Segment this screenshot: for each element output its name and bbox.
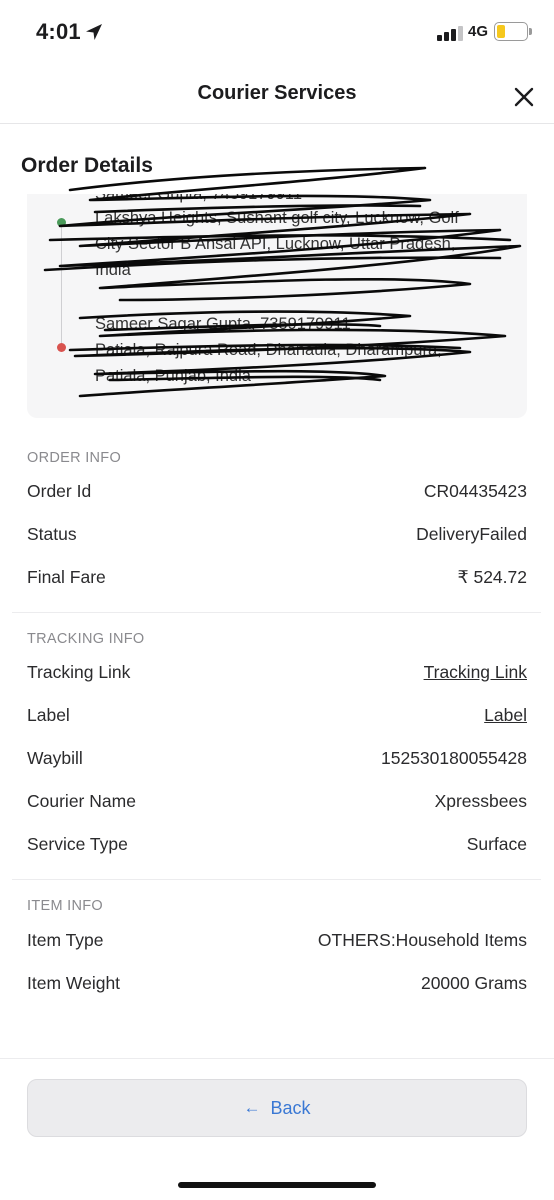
pickup-address-line-1: Lakshya Heights, Sushant golf city, Luck… [95, 209, 459, 227]
page-title: Courier Services [197, 82, 357, 104]
location-arrow-icon [86, 24, 102, 40]
back-button-label: Back [270, 1097, 311, 1118]
courier-services-screen: 4:01 4G Courier Services Order Details S… [0, 0, 554, 1200]
label-row: Label Label [27, 701, 527, 731]
home-indicator[interactable] [178, 1182, 376, 1188]
label-link[interactable]: Label [484, 705, 527, 726]
order-info-label: ORDER INFO [27, 450, 122, 466]
drop-dot [57, 343, 66, 352]
tracking-link-key: Tracking Link [27, 662, 131, 682]
battery-cap [529, 28, 532, 35]
footer-divider [0, 1058, 554, 1059]
drop-address-line-2: Patiala, Punjab, India [95, 367, 251, 385]
item-weight-row: Item Weight 20000 Grams [27, 969, 527, 999]
status-value: DeliveryFailed [416, 524, 527, 544]
waybill-value: 152530180055428 [381, 748, 527, 768]
order-id-key: Order Id [27, 481, 92, 501]
nav-header: Courier Services [0, 66, 554, 124]
final-fare-value: ₹ 524.72 [457, 567, 527, 587]
pickup-address-line-2: City Sector B Ansal API, Lucknow, Uttar … [95, 235, 456, 253]
drop-address-line-1: Patiala, Rajpura Road, Dhanaula, Dharamp… [95, 341, 442, 359]
order-details-title: Order Details [21, 154, 153, 177]
item-type-row: Item Type OTHERS:Household Items [27, 926, 527, 956]
item-type-value: OTHERS:Household Items [317, 930, 527, 950]
tracking-link[interactable]: Tracking Link [424, 662, 527, 683]
service-type-row: Service Type Surface [27, 830, 527, 860]
courier-name-row: Courier Name Xpressbees [27, 787, 527, 817]
tracking-link-row: Tracking Link Tracking Link [27, 658, 527, 688]
back-arrow-icon: ← [243, 1098, 261, 1117]
status-row: Status DeliveryFailed [27, 520, 527, 550]
item-info-label: ITEM INFO [27, 898, 103, 914]
section-divider [12, 612, 541, 613]
address-card: Sameer Gupta, 7459179911 Lakshya Heights… [27, 194, 527, 418]
network-type: 4G [468, 23, 489, 40]
waybill-key: Waybill [27, 748, 83, 768]
pickup-name-line: Sameer Gupta, 7459179911 [95, 194, 303, 203]
close-icon[interactable] [510, 83, 538, 111]
battery-icon [494, 22, 528, 41]
final-fare-row: Final Fare ₹ 524.72 [27, 563, 527, 593]
item-weight-key: Item Weight [27, 973, 121, 993]
order-id-row: Order Id CR04435423 [27, 477, 527, 507]
drop-name-line: Sameer Sagar Gupta, 7359179911 [95, 315, 351, 333]
order-id-value: CR04435423 [423, 481, 527, 501]
item-type-key: Item Type [27, 930, 104, 950]
courier-name-key: Courier Name [27, 791, 136, 811]
cellular-signal-icon [437, 25, 463, 41]
pickup-address-line-3: India [95, 261, 131, 279]
service-type-value: Surface [466, 834, 527, 854]
label-key: Label [27, 705, 70, 725]
item-weight-value: 20000 Grams [420, 973, 527, 993]
section-divider [12, 879, 541, 880]
final-fare-key: Final Fare [27, 567, 106, 587]
back-button[interactable]: ← Back [27, 1079, 527, 1137]
tracking-info-label: TRACKING INFO [27, 631, 145, 647]
service-type-key: Service Type [27, 834, 128, 854]
pickup-dot [57, 218, 66, 227]
waybill-row: Waybill 152530180055428 [27, 744, 527, 774]
route-connector-line [61, 226, 62, 344]
status-time: 4:01 [36, 19, 81, 44]
status-bar: 4:01 4G [0, 0, 554, 66]
status-key: Status [27, 524, 77, 544]
courier-name-value: Xpressbees [434, 791, 527, 811]
